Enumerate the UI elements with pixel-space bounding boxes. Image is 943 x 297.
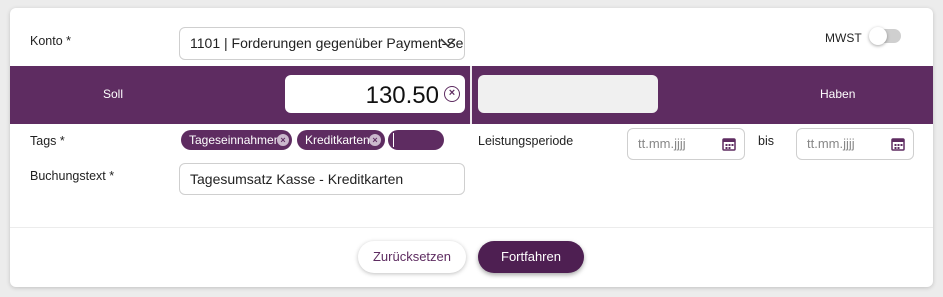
tag-remove-icon[interactable]: ×	[369, 134, 381, 146]
toggle-knob	[869, 27, 887, 45]
soll-haben-band: Soll 130.50 × Haben	[10, 66, 933, 124]
continue-button[interactable]: Fortfahren	[478, 241, 584, 273]
text-caret	[393, 133, 394, 147]
calendar-icon[interactable]	[722, 137, 736, 151]
soll-label: Soll	[103, 87, 124, 101]
haben-amount-input[interactable]	[478, 75, 658, 113]
tag-remove-icon[interactable]: ×	[277, 134, 289, 146]
tag-chip-tageseinnahmen: Tageseinnahmen ×	[181, 130, 292, 150]
buchungstext-label: Buchungstext *	[30, 169, 115, 183]
clear-circle-icon[interactable]: ×	[444, 86, 460, 102]
date-from-input[interactable]: tt.mm.jjjj	[627, 128, 745, 160]
mwst-label: MWST	[825, 31, 862, 45]
tags-label: Tags *	[30, 134, 65, 148]
haben-label: Haben	[820, 87, 856, 101]
leistungsperiode-label: Leistungsperiode	[478, 134, 574, 148]
konto-label: Konto *	[30, 34, 72, 48]
konto-value: 1101 | Forderungen gegenüber Payment-Ser	[190, 35, 465, 51]
tag-input[interactable]	[388, 130, 444, 150]
buchungstext-input[interactable]: Tagesumsatz Kasse - Kreditkarten	[179, 163, 465, 195]
konto-select[interactable]: 1101 | Forderungen gegenüber Payment-Ser	[179, 27, 465, 60]
soll-amount-input[interactable]: 130.50 ×	[285, 75, 465, 113]
buchungstext-value: Tagesumsatz Kasse - Kreditkarten	[190, 171, 404, 187]
date-to-placeholder: tt.mm.jjjj	[807, 136, 855, 151]
reset-button[interactable]: Zurücksetzen	[358, 241, 466, 273]
date-to-input[interactable]: tt.mm.jjjj	[796, 128, 914, 160]
tag-chip-label: Tageseinnahmen	[189, 133, 281, 147]
booking-form-card: Konto * 1101 | Forderungen gegenüber Pay…	[10, 8, 933, 287]
tag-chip-kreditkarten: Kreditkarten ×	[297, 130, 385, 150]
soll-amount-value: 130.50	[365, 82, 439, 109]
calendar-icon[interactable]	[891, 137, 905, 151]
tag-chip-label: Kreditkarten	[305, 133, 370, 147]
footer-divider	[10, 227, 933, 228]
date-from-placeholder: tt.mm.jjjj	[638, 136, 686, 151]
band-divider	[470, 66, 472, 124]
chevron-down-icon	[440, 38, 456, 48]
mwst-toggle[interactable]	[869, 27, 901, 45]
bis-label: bis	[758, 134, 774, 148]
